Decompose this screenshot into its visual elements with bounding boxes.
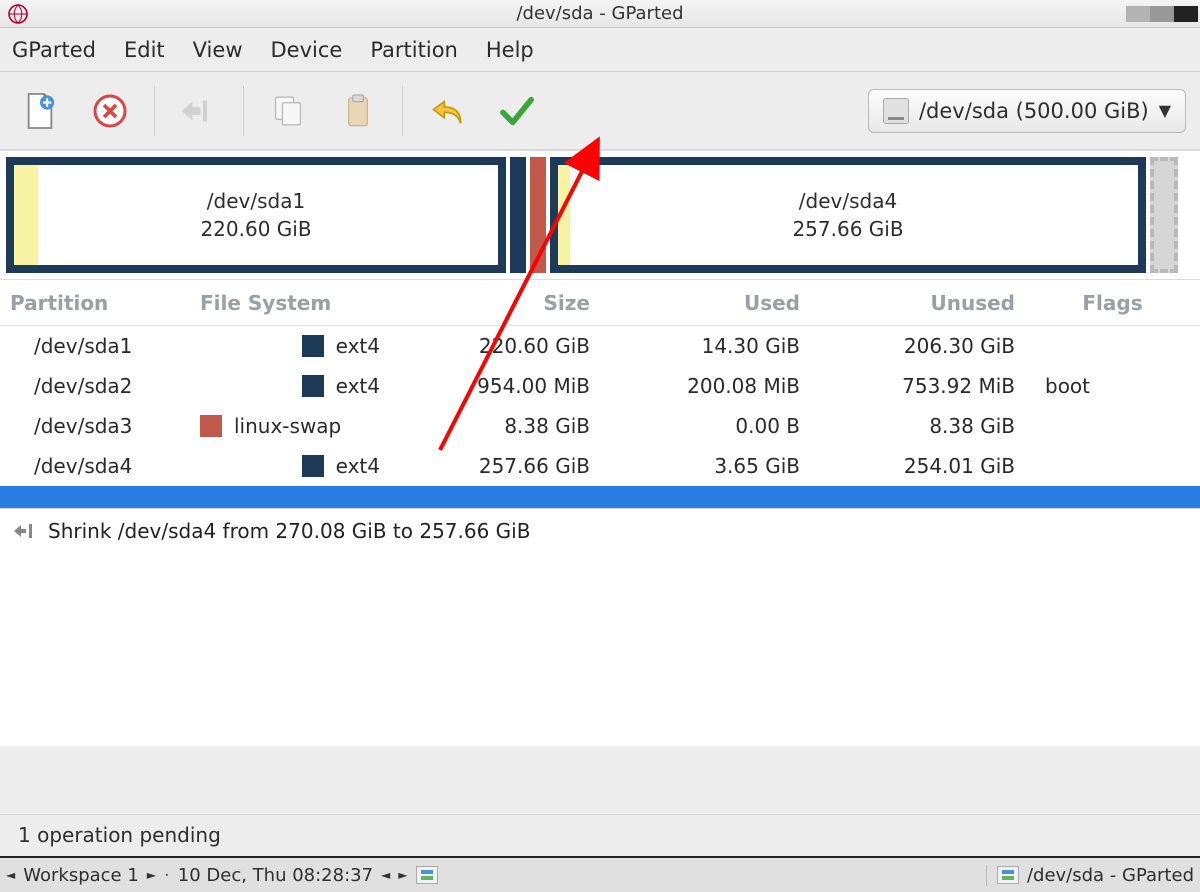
drive-icon bbox=[883, 98, 909, 124]
partition-visual: /dev/sda1 220.60 GiB /dev/sda4 257.66 Gi… bbox=[0, 150, 1200, 280]
fs-swatch bbox=[302, 375, 324, 397]
cell-flags: boot bbox=[1025, 374, 1200, 398]
workspace-label[interactable]: Workspace 1 bbox=[23, 865, 139, 886]
operations-pane: Shrink /dev/sda4 from 270.08 GiB to 257.… bbox=[0, 508, 1200, 746]
cell-unused: 8.38 GiB bbox=[810, 414, 1025, 438]
delete-partition-button[interactable] bbox=[84, 85, 136, 137]
toolbar-separator bbox=[243, 86, 244, 136]
fs-swatch bbox=[200, 415, 222, 437]
cell-filesystem: ext4 bbox=[190, 374, 390, 398]
menu-view[interactable]: View bbox=[193, 38, 243, 62]
cell-partition: /dev/sda3 bbox=[0, 414, 190, 438]
cell-size: 220.60 GiB bbox=[390, 334, 600, 358]
cell-used: 14.30 GiB bbox=[600, 334, 810, 358]
cell-unused: 206.30 GiB bbox=[810, 334, 1025, 358]
partition-block-size: 257.66 GiB bbox=[792, 215, 903, 243]
fs-swatch bbox=[302, 455, 324, 477]
fs-swatch bbox=[302, 335, 324, 357]
app-icon bbox=[6, 2, 30, 26]
taskbar-window-button[interactable]: /dev/sda - GParted bbox=[986, 865, 1194, 886]
partition-block-name: /dev/sda1 bbox=[200, 187, 311, 215]
task-window-icon bbox=[997, 866, 1019, 884]
table-row[interactable]: /dev/sda2 ext4 954.00 MiB 200.08 MiB 753… bbox=[0, 366, 1200, 406]
task-next-icon[interactable]: ► bbox=[398, 868, 407, 882]
cell-filesystem: ext4 bbox=[190, 454, 390, 478]
partition-block-sda1[interactable]: /dev/sda1 220.60 GiB bbox=[6, 157, 506, 273]
col-filesystem[interactable]: File System bbox=[190, 291, 390, 315]
clock-text: 10 Dec, Thu 08:28:37 bbox=[178, 865, 373, 886]
cell-unused: 753.92 MiB bbox=[810, 374, 1025, 398]
shrink-icon bbox=[12, 520, 38, 542]
col-used[interactable]: Used bbox=[600, 291, 810, 315]
apply-button[interactable] bbox=[491, 85, 543, 137]
chevron-down-icon: ▼ bbox=[1159, 101, 1171, 120]
table-row[interactable]: /dev/sda3 linux-swap 8.38 GiB 0.00 B 8.3… bbox=[0, 406, 1200, 446]
menu-help[interactable]: Help bbox=[486, 38, 534, 62]
cell-size: 257.66 GiB bbox=[390, 454, 600, 478]
titlebar: /dev/sda - GParted bbox=[0, 0, 1200, 28]
partition-block-unallocated[interactable] bbox=[1150, 157, 1178, 273]
col-unused[interactable]: Unused bbox=[810, 291, 1025, 315]
table-header: Partition File System Size Used Unused F… bbox=[0, 280, 1200, 326]
toolbar-separator bbox=[154, 86, 155, 136]
taskbar: ◄ Workspace 1 ► · 10 Dec, Thu 08:28:37 ◄… bbox=[0, 856, 1200, 892]
task-app-icon[interactable] bbox=[416, 866, 438, 884]
cell-partition: /dev/sda4 bbox=[0, 454, 190, 478]
operation-row[interactable]: Shrink /dev/sda4 from 270.08 GiB to 257.… bbox=[12, 519, 1188, 543]
minimize-button[interactable] bbox=[1126, 6, 1150, 22]
usage-fill bbox=[14, 165, 38, 265]
usage-fill bbox=[558, 165, 570, 265]
cell-used: 200.08 MiB bbox=[600, 374, 810, 398]
col-size[interactable]: Size bbox=[390, 291, 600, 315]
device-label: /dev/sda (500.00 GiB) bbox=[919, 99, 1149, 123]
device-selector[interactable]: /dev/sda (500.00 GiB) ▼ bbox=[868, 89, 1186, 133]
col-flags[interactable]: Flags bbox=[1025, 291, 1200, 315]
cell-unused: 254.01 GiB bbox=[810, 454, 1025, 478]
cell-filesystem: linux-swap bbox=[190, 414, 390, 438]
menu-gparted[interactable]: GParted bbox=[12, 38, 96, 62]
statusbar: 1 operation pending bbox=[0, 814, 1200, 854]
partition-block-size: 220.60 GiB bbox=[200, 215, 311, 243]
workspace-next-icon[interactable]: ► bbox=[147, 868, 156, 882]
partition-table: Partition File System Size Used Unused F… bbox=[0, 280, 1200, 508]
menu-edit[interactable]: Edit bbox=[124, 38, 165, 62]
new-partition-button[interactable] bbox=[14, 85, 66, 137]
menubar: GParted Edit View Device Partition Help bbox=[0, 28, 1200, 72]
paste-button[interactable] bbox=[332, 85, 384, 137]
copy-button[interactable] bbox=[262, 85, 314, 137]
workspace-prev-icon[interactable]: ◄ bbox=[6, 868, 15, 882]
table-row-selected[interactable] bbox=[0, 486, 1200, 508]
cell-filesystem: ext4 bbox=[190, 334, 390, 358]
partition-block-sda4[interactable]: /dev/sda4 257.66 GiB bbox=[550, 157, 1146, 273]
cell-partition: /dev/sda2 bbox=[0, 374, 190, 398]
window-title: /dev/sda - GParted bbox=[0, 3, 1200, 24]
maximize-button[interactable] bbox=[1150, 6, 1174, 22]
toolbar: /dev/sda (500.00 GiB) ▼ bbox=[0, 72, 1200, 150]
operation-text: Shrink /dev/sda4 from 270.08 GiB to 257.… bbox=[48, 519, 530, 543]
table-row[interactable]: /dev/sda1 ext4 220.60 GiB 14.30 GiB 206.… bbox=[0, 326, 1200, 366]
menu-device[interactable]: Device bbox=[271, 38, 343, 62]
menu-partition[interactable]: Partition bbox=[370, 38, 458, 62]
task-prev-icon[interactable]: ◄ bbox=[381, 868, 390, 882]
table-row[interactable]: /dev/sda4 ext4 257.66 GiB 3.65 GiB 254.0… bbox=[0, 446, 1200, 486]
window-controls[interactable] bbox=[1126, 6, 1200, 22]
toolbar-separator bbox=[402, 86, 403, 136]
task-window-label: /dev/sda - GParted bbox=[1027, 865, 1194, 886]
cell-size: 8.38 GiB bbox=[390, 414, 600, 438]
resize-move-button[interactable] bbox=[173, 85, 225, 137]
partition-block-sda3[interactable] bbox=[530, 157, 546, 273]
partition-block-sda2[interactable] bbox=[510, 157, 526, 273]
partition-block-name: /dev/sda4 bbox=[792, 187, 903, 215]
cell-used: 3.65 GiB bbox=[600, 454, 810, 478]
undo-button[interactable] bbox=[421, 85, 473, 137]
cell-partition: /dev/sda1 bbox=[0, 334, 190, 358]
status-text: 1 operation pending bbox=[18, 823, 221, 847]
col-partition[interactable]: Partition bbox=[0, 291, 190, 315]
cell-used: 0.00 B bbox=[600, 414, 810, 438]
cell-size: 954.00 MiB bbox=[390, 374, 600, 398]
close-button[interactable] bbox=[1174, 6, 1198, 22]
